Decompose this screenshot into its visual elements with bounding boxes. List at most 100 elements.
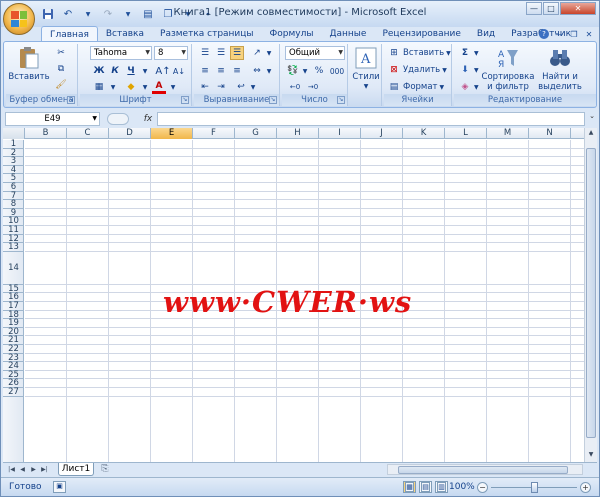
doc-close-button[interactable]: ✕ bbox=[583, 28, 595, 40]
styles-button[interactable]: A Стили ▼ bbox=[351, 46, 381, 92]
column-header[interactable]: I bbox=[319, 128, 361, 139]
qat-customize[interactable]: ▾ bbox=[199, 6, 217, 23]
tab-page-layout[interactable]: Разметка страницы bbox=[152, 26, 262, 42]
tab-view[interactable]: Вид bbox=[469, 26, 503, 42]
underline-dropdown[interactable]: ▼ bbox=[138, 64, 152, 78]
borders-dropdown[interactable]: ▼ bbox=[106, 80, 120, 94]
fill-button[interactable]: ⬇ ▼ bbox=[458, 63, 478, 77]
zoom-level[interactable]: 100% bbox=[449, 482, 475, 492]
column-header[interactable]: E bbox=[151, 128, 193, 139]
format-cells-button[interactable]: ▤ Формат ▼ bbox=[387, 80, 444, 94]
insert-sheet-button[interactable]: ⎘ bbox=[95, 464, 115, 475]
select-all-button[interactable] bbox=[3, 128, 25, 139]
align-middle-button[interactable]: ☰ bbox=[214, 46, 228, 60]
macro-record-button[interactable]: ▣ bbox=[53, 481, 66, 493]
font-color-button[interactable]: A bbox=[152, 80, 166, 94]
row-header[interactable]: 13 bbox=[3, 243, 24, 252]
column-header[interactable]: D bbox=[109, 128, 151, 139]
insert-function-button[interactable]: fx bbox=[141, 112, 155, 126]
formula-input[interactable] bbox=[157, 112, 585, 126]
help-button[interactable]: ? bbox=[538, 28, 550, 40]
font-launcher[interactable]: ↘ bbox=[181, 96, 189, 104]
merge-dropdown[interactable]: ▼ bbox=[262, 64, 276, 78]
align-bottom-button[interactable]: ☰ bbox=[230, 46, 244, 60]
column-header[interactable]: H bbox=[277, 128, 319, 139]
redo-button[interactable]: ↷ bbox=[99, 6, 117, 23]
zoom-in-button[interactable]: + bbox=[580, 482, 591, 493]
fill-color-button[interactable]: ◆ bbox=[124, 80, 138, 94]
align-right-button[interactable]: ≡ bbox=[230, 64, 244, 78]
number-format-combo[interactable]: Общий ▼ bbox=[285, 46, 345, 60]
percent-button[interactable]: % bbox=[312, 64, 326, 78]
vertical-scrollbar[interactable]: ▲ ▼ bbox=[584, 128, 597, 462]
format-painter-button[interactable]: 🖌 bbox=[54, 78, 68, 92]
horizontal-scroll-thumb[interactable] bbox=[398, 466, 568, 474]
zoom-slider-knob[interactable] bbox=[531, 482, 538, 493]
increase-decimal-button[interactable]: ←0 bbox=[288, 80, 302, 94]
first-sheet-icon[interactable]: |◀ bbox=[7, 465, 16, 475]
scroll-down-icon[interactable]: ▼ bbox=[586, 451, 596, 461]
zoom-out-button[interactable]: − bbox=[477, 482, 488, 493]
cut-button[interactable]: ✂ bbox=[54, 46, 68, 60]
doc-restore-button[interactable]: ❐ bbox=[568, 28, 580, 40]
paste-button[interactable]: Вставить bbox=[8, 46, 50, 82]
close-button[interactable]: ✕ bbox=[560, 2, 596, 15]
column-header[interactable]: N bbox=[529, 128, 571, 139]
prev-sheet-icon[interactable]: ◀ bbox=[18, 465, 27, 475]
sort-filter-button[interactable]: АЯ Сортировка и фильтр bbox=[482, 46, 534, 92]
column-header[interactable]: J bbox=[361, 128, 403, 139]
font-name-combo[interactable]: Tahoma ▼ bbox=[90, 46, 152, 60]
minimize-button[interactable]: — bbox=[526, 2, 542, 15]
tab-formulas[interactable]: Формулы bbox=[262, 26, 322, 42]
grow-font-button[interactable]: A↑ bbox=[155, 64, 170, 78]
tab-data[interactable]: Данные bbox=[321, 26, 374, 42]
column-header[interactable]: K bbox=[403, 128, 445, 139]
horizontal-scrollbar[interactable] bbox=[387, 464, 583, 475]
increase-indent-button[interactable]: ⇥ bbox=[214, 80, 228, 94]
worksheet-grid[interactable]: BCDEFGHIJKLMN 1 2 3 4 5 6 7 8 9 10 11 12 13 14 15 16 17 1… bbox=[3, 128, 597, 462]
formula-bar-splitter[interactable] bbox=[107, 113, 129, 125]
scroll-up-icon[interactable]: ▲ bbox=[586, 129, 596, 139]
delete-cells-button[interactable]: ⊠ Удалить ▼ bbox=[387, 63, 447, 77]
autosum-button[interactable]: Σ ▼ bbox=[458, 46, 479, 60]
qat-form-button[interactable]: ▤ bbox=[139, 6, 157, 23]
zoom-slider[interactable]: − + bbox=[477, 482, 591, 493]
font-size-combo[interactable]: 8 ▼ bbox=[154, 46, 188, 60]
page-break-view-button[interactable]: ▥ bbox=[435, 481, 448, 493]
font-color-dropdown[interactable]: ▼ bbox=[166, 80, 180, 94]
clipboard-launcher[interactable]: ↘ bbox=[67, 96, 75, 104]
align-center-button[interactable]: ≡ bbox=[214, 64, 228, 78]
row-header[interactable]: 14 bbox=[3, 252, 24, 285]
alignment-launcher[interactable]: ↘ bbox=[269, 96, 277, 104]
sheet-tab-list1[interactable]: Лист1 bbox=[58, 463, 94, 476]
shrink-font-button[interactable]: A↓ bbox=[172, 64, 186, 78]
column-header[interactable]: B bbox=[25, 128, 67, 139]
tab-home[interactable]: Главная bbox=[41, 26, 98, 42]
vertical-scroll-thumb[interactable] bbox=[586, 148, 596, 438]
qat-dropdown[interactable]: ▼ bbox=[179, 6, 197, 23]
decrease-decimal-button[interactable]: →0 bbox=[306, 80, 320, 94]
find-select-button[interactable]: Найти и выделить bbox=[538, 46, 582, 92]
normal-view-button[interactable]: ▦ bbox=[403, 481, 416, 493]
column-header[interactable]: L bbox=[445, 128, 487, 139]
italic-button[interactable]: К bbox=[108, 64, 122, 78]
name-box[interactable]: E49 ▼ bbox=[5, 112, 100, 126]
fill-color-dropdown[interactable]: ▼ bbox=[138, 80, 152, 94]
clear-button[interactable]: ◈ ▼ bbox=[458, 80, 479, 94]
tab-insert[interactable]: Вставка bbox=[98, 26, 152, 42]
page-layout-view-button[interactable]: ▤ bbox=[419, 481, 432, 493]
undo-button[interactable]: ↶ bbox=[59, 6, 77, 23]
column-header[interactable]: G bbox=[235, 128, 277, 139]
orientation-dropdown[interactable]: ▼ bbox=[262, 46, 276, 60]
save-button[interactable] bbox=[39, 6, 57, 23]
currency-dropdown[interactable]: ▼ bbox=[298, 64, 312, 78]
align-top-button[interactable]: ☰ bbox=[198, 46, 212, 60]
maximize-button[interactable]: □ bbox=[543, 2, 559, 15]
align-left-button[interactable]: ≡ bbox=[198, 64, 212, 78]
qat-window-button[interactable]: ❐ bbox=[159, 6, 177, 23]
underline-button[interactable]: Ч bbox=[124, 64, 138, 78]
column-header[interactable]: F bbox=[193, 128, 235, 139]
office-button[interactable] bbox=[3, 3, 35, 35]
column-header[interactable]: M bbox=[487, 128, 529, 139]
copy-button[interactable]: ⧉ bbox=[54, 62, 68, 76]
